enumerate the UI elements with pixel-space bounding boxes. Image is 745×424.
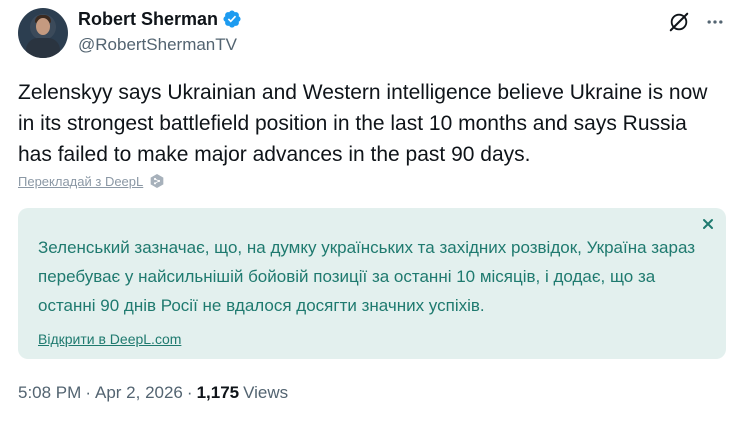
views-count[interactable]: 1,175 (197, 383, 240, 403)
author-names: Robert Sherman @RobertShermanTV (78, 8, 242, 55)
grok-icon[interactable] (667, 10, 691, 34)
tweet-meta: 5:08 PM · Apr 2, 2026 · 1,175 Views (18, 383, 288, 403)
meta-separator: · (186, 383, 193, 402)
open-deepl-link[interactable]: Відкрити в DeepL.com (38, 331, 181, 347)
tweet-date[interactable]: Apr 2, 2026 (95, 383, 183, 403)
avatar[interactable] (18, 8, 68, 58)
author-handle[interactable]: @RobertShermanTV (78, 35, 242, 55)
verified-badge-icon[interactable] (222, 9, 242, 29)
more-icon[interactable] (703, 10, 727, 34)
header-actions (667, 10, 727, 34)
meta-separator: · (85, 383, 91, 402)
translate-link-label[interactable]: Перекладай з DeepL (18, 174, 143, 189)
translation-box: Зеленський зазначає, що, на думку україн… (18, 208, 726, 359)
tweet-time[interactable]: 5:08 PM (18, 383, 81, 403)
translation-text: Зеленський зазначає, що, на думку україн… (38, 238, 696, 315)
translate-link[interactable]: Перекладай з DeepL (18, 173, 165, 189)
close-icon[interactable] (700, 216, 716, 232)
display-name-row: Robert Sherman (78, 8, 242, 30)
views-label: Views (243, 383, 289, 402)
tweet-header: Robert Sherman @RobertShermanTV (18, 8, 727, 60)
deepl-icon (150, 174, 164, 188)
display-name[interactable]: Robert Sherman (78, 9, 218, 30)
tweet-text: Zelenskyy says Ukrainian and Western int… (18, 81, 708, 166)
